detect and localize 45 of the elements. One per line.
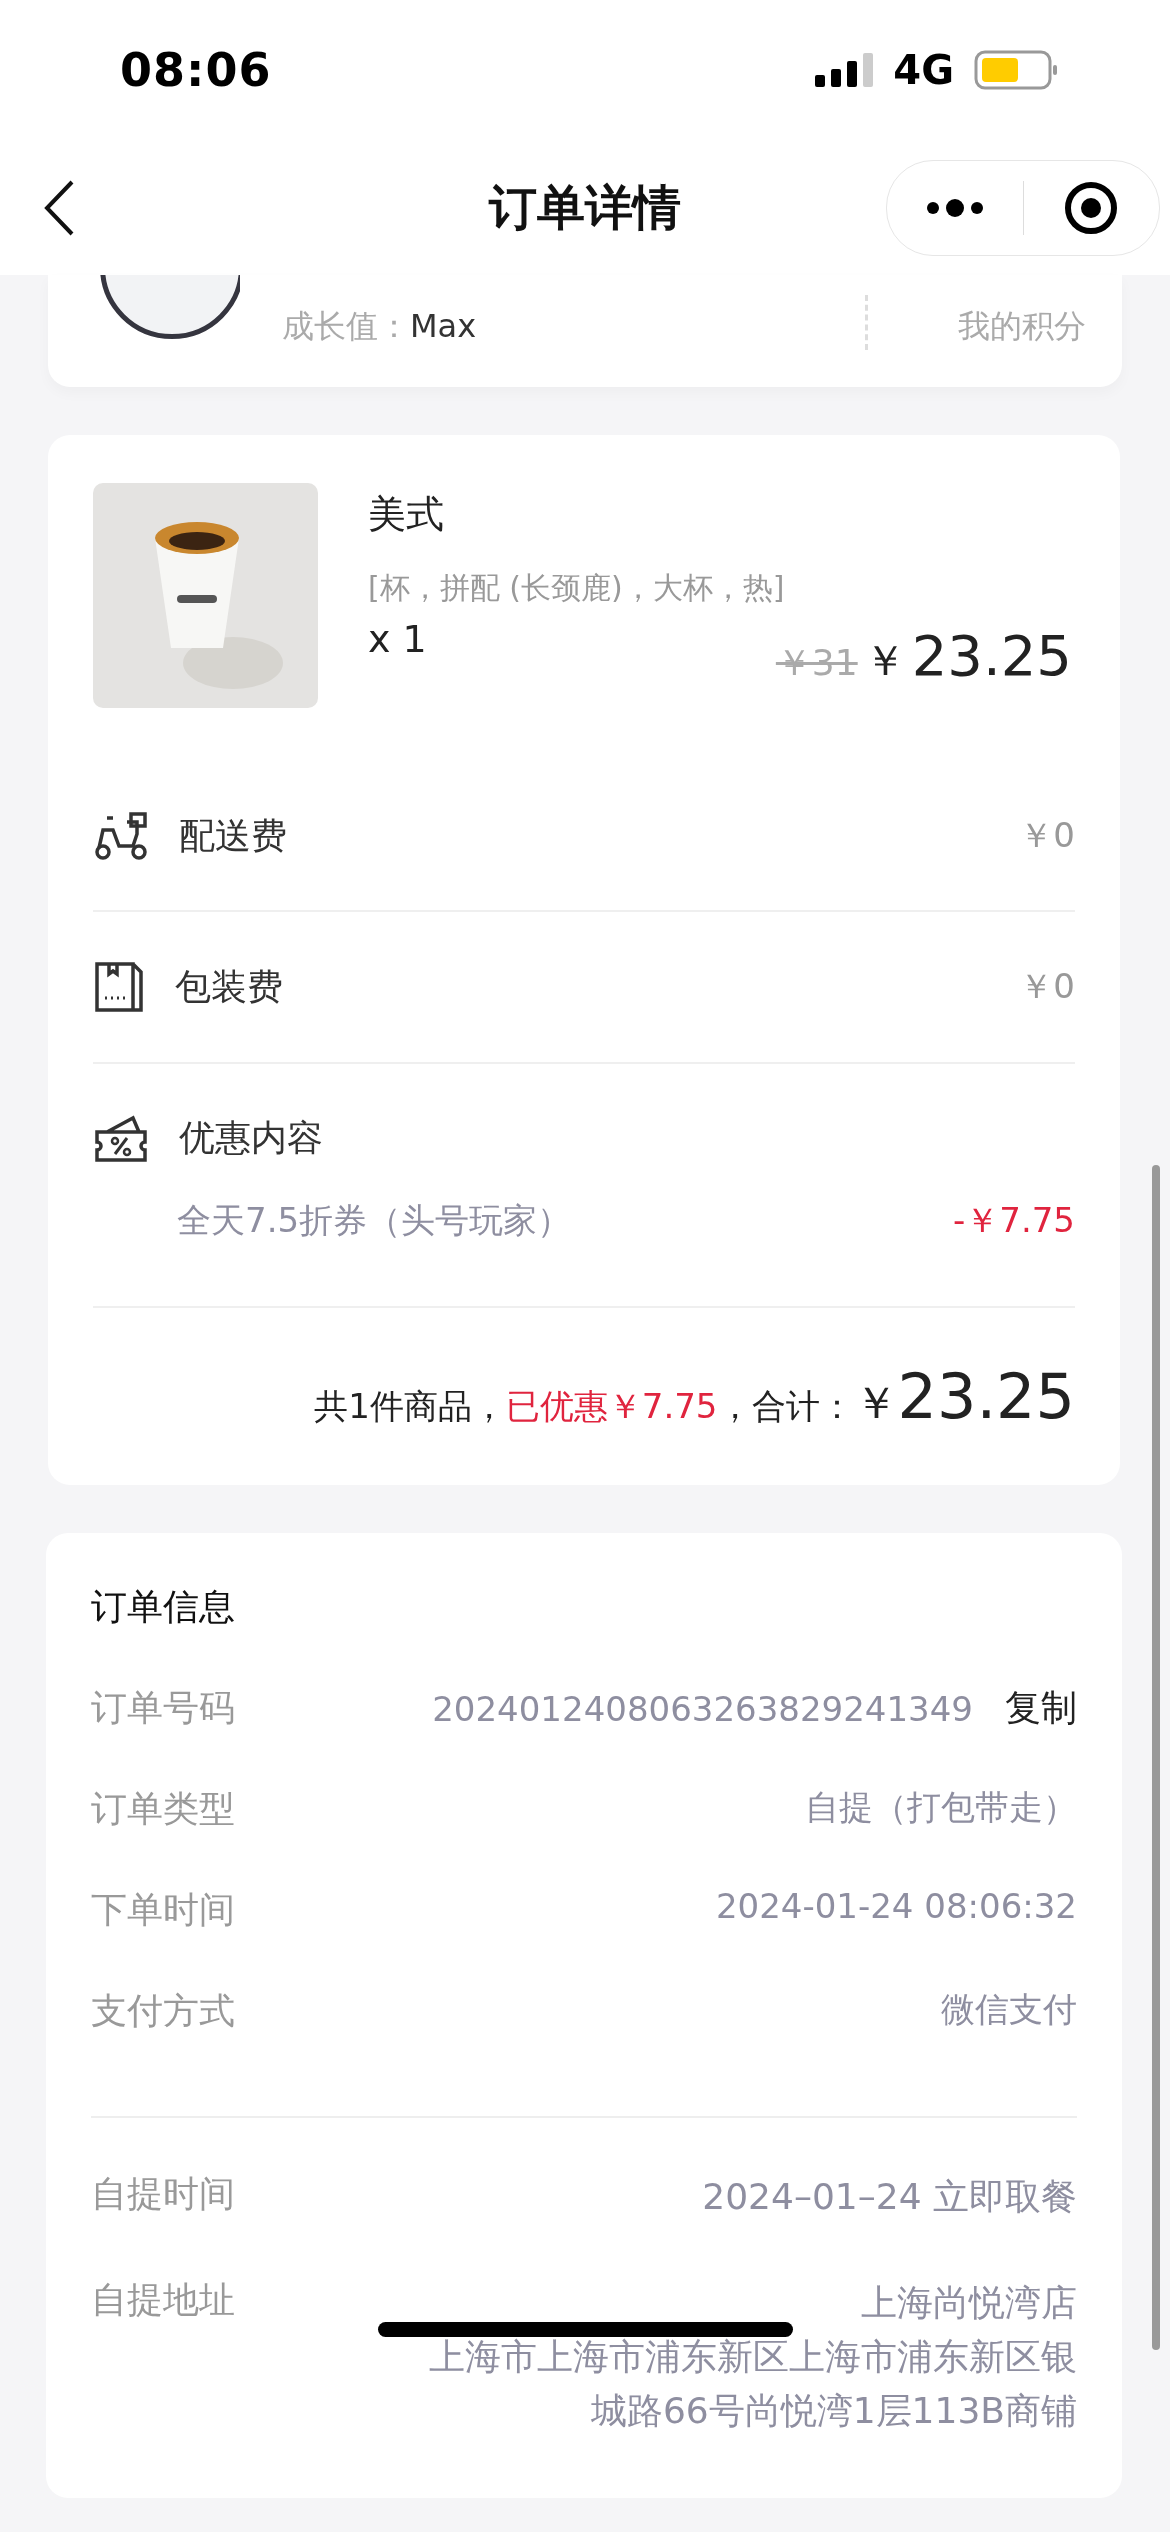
item-count: 共1件商品，: [314, 1385, 506, 1428]
info-value: 城路66号尚悦湾1层113B商铺: [590, 2389, 1077, 2433]
bag-icon: [93, 960, 145, 1014]
info-label: 自提地址: [91, 2278, 235, 2322]
info-label: 支付方式: [91, 1989, 235, 2033]
fee-label: 配送费: [179, 813, 288, 858]
page-title: 订单详情: [489, 177, 681, 237]
info-value: 2024-01-24 08:06:32: [715, 1886, 1077, 1926]
info-value: 上海尚悦湾店: [861, 2281, 1077, 2325]
info-label: 下单时间: [91, 1888, 235, 1932]
info-label: 订单类型: [91, 1787, 235, 1831]
info-value: 微信支付: [941, 1988, 1077, 2031]
fee-label: 包装费: [175, 964, 284, 1009]
info-label: 自提时间: [91, 2172, 235, 2216]
coupon-name: 全天7.5折券（头号玩家）: [177, 1199, 572, 1242]
signal-icon: [815, 53, 874, 87]
product-options: [杯，拼配 (长颈鹿)，大杯，热]: [368, 568, 1072, 609]
total-label: ，合计：: [717, 1385, 854, 1428]
fee-amount: ￥0: [1019, 965, 1075, 1008]
section-title: 订单信息: [91, 1585, 236, 1629]
discount-amount: -￥7.75: [953, 1199, 1075, 1242]
scooter-icon: [93, 810, 149, 862]
original-price: ￥31: [775, 641, 858, 685]
fee-amount: ￥0: [1019, 814, 1075, 857]
growth-value: Max: [410, 307, 477, 345]
info-value: 2024012408063263829241349: [432, 1688, 973, 1729]
currency-symbol: ￥: [853, 1376, 898, 1430]
info-value: 上海市上海市浦东新区上海市浦东新区银: [429, 2335, 1077, 2379]
quantity: x 1: [368, 617, 427, 661]
product-name: 美式: [368, 491, 445, 538]
target-icon: [1064, 180, 1119, 235]
growth-label: 成长值：: [282, 307, 410, 345]
order-total: 23.25: [897, 1360, 1075, 1433]
fee-label: 优惠内容: [179, 1115, 324, 1160]
copy-button[interactable]: 复制: [1005, 1684, 1077, 1733]
network-label: 4G: [893, 47, 954, 93]
more-icon: [924, 197, 985, 218]
discount-total: 已优惠￥7.75: [505, 1385, 718, 1428]
battery-icon: [974, 50, 1058, 90]
product-price: 23.25: [911, 623, 1072, 688]
status-time: 08:06: [120, 43, 272, 97]
info-label: 订单号码: [91, 1686, 235, 1730]
info-value: 2024–01–24 立即取餐: [702, 2175, 1077, 2219]
currency-symbol: ￥: [863, 635, 906, 687]
info-value: 自提（打包带走）: [805, 1786, 1077, 1829]
